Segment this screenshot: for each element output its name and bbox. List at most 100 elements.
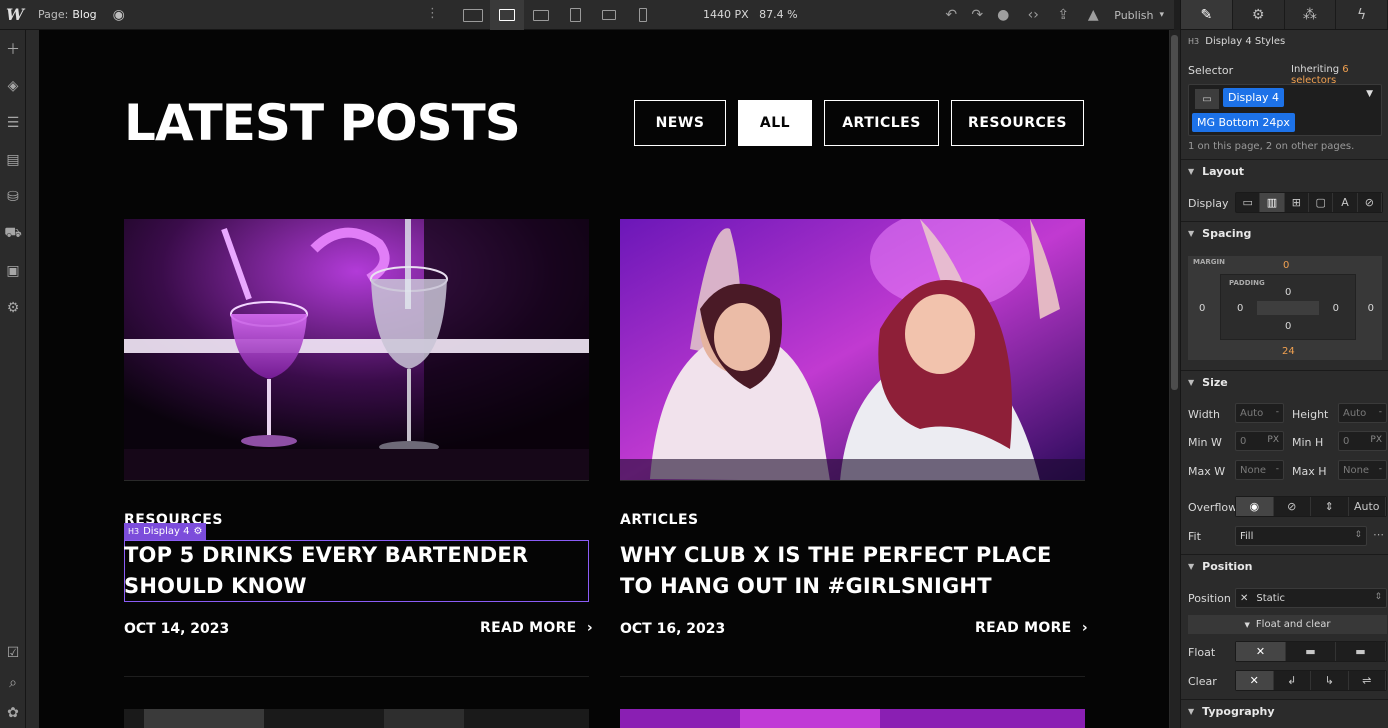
padding-left[interactable]: 0 <box>1237 303 1243 314</box>
padding-top[interactable]: 0 <box>1285 287 1291 298</box>
display-flex-icon[interactable]: ▥ <box>1260 193 1285 212</box>
min-width-input[interactable]: 0 PX <box>1235 431 1284 451</box>
post-image-club[interactable] <box>620 219 1085 481</box>
canvas-scrollbar[interactable] <box>1170 30 1180 728</box>
margin-top[interactable]: 0 <box>1283 260 1289 271</box>
club-photo <box>620 219 1085 480</box>
filter-all-button[interactable]: ALL <box>738 100 812 146</box>
settings-gear-icon[interactable]: ⚙ <box>1232 0 1285 29</box>
overflow-scroll-icon[interactable]: ⇕ <box>1311 497 1349 516</box>
clear-right-icon[interactable]: ↳ <box>1311 671 1349 690</box>
clear-both-icon[interactable]: ⇌ <box>1349 671 1386 690</box>
display-inline-icon[interactable]: A <box>1333 193 1358 212</box>
section-size[interactable]: ▼ Size <box>1181 370 1388 394</box>
cms-icon[interactable]: ⛁ <box>0 178 26 215</box>
filter-resources-button[interactable]: RESOURCES <box>951 100 1084 146</box>
float-left-icon[interactable]: ▬ <box>1286 642 1336 661</box>
breakpoint-mobile-icon[interactable] <box>626 0 660 30</box>
navigator-icon[interactable]: ☰ <box>0 104 26 141</box>
fit-select[interactable]: Fill ⇕ <box>1235 526 1367 546</box>
more-options-icon[interactable]: ⋯ <box>1373 528 1384 541</box>
overflow-auto-button[interactable]: Auto <box>1349 497 1386 516</box>
margin-bottom[interactable]: 24 <box>1282 346 1295 357</box>
post-title[interactable]: WHY CLUB X IS THE PERFECT PLACE TO HANG … <box>620 540 1085 602</box>
margin-right[interactable]: 0 <box>1368 303 1374 314</box>
add-elements-icon[interactable]: ＋ <box>0 30 26 67</box>
inheriting-label: Inheriting <box>1291 64 1340 75</box>
padding-right[interactable]: 0 <box>1333 303 1339 314</box>
position-select[interactable]: ✕ Static ⇕ <box>1235 588 1387 608</box>
max-height-label: Max H <box>1292 465 1327 478</box>
close-icon: ✕ <box>1240 592 1249 604</box>
collaborators-icon[interactable]: ▲ <box>1078 7 1108 23</box>
pages-icon[interactable]: ▤ <box>0 141 26 178</box>
settings-gear-icon[interactable]: ⚙ <box>0 289 26 326</box>
ecommerce-icon[interactable]: ⛟ <box>0 215 26 252</box>
margin-left[interactable]: 0 <box>1199 303 1205 314</box>
style-brush-icon[interactable]: ✎ <box>1181 0 1233 29</box>
undo-icon[interactable]: ↶ <box>936 7 966 23</box>
clear-label: Clear <box>1188 675 1217 688</box>
fit-label: Fit <box>1188 530 1201 543</box>
float-clear-toggle[interactable]: ▼ Float and clear <box>1188 615 1387 634</box>
display-inline-block-icon[interactable]: ▢ <box>1309 193 1334 212</box>
element-settings-gear-icon[interactable]: ⚙ <box>194 526 203 537</box>
chevron-down-icon[interactable]: ▼ <box>1366 89 1373 99</box>
apps-icon[interactable]: ✿ <box>0 698 26 728</box>
code-icon[interactable]: ‹› <box>1018 7 1048 23</box>
overflow-visible-eye-icon[interactable]: ◉ <box>1236 497 1274 516</box>
redo-icon[interactable]: ↷ <box>966 7 988 23</box>
post-image-drinks[interactable] <box>124 219 589 481</box>
more-options-icon[interactable]: ⋮ <box>426 6 439 21</box>
post-category: ARTICLES <box>620 512 699 528</box>
min-height-input[interactable]: 0 PX <box>1338 431 1387 451</box>
display-block-icon[interactable]: ▭ <box>1236 193 1261 212</box>
post-title[interactable]: TOP 5 DRINKS EVERY BARTENDER SHOULD KNOW <box>124 540 589 602</box>
audit-check-icon[interactable]: ☑ <box>0 638 26 668</box>
filter-articles-button[interactable]: ARTICLES <box>824 100 939 146</box>
padding-bottom[interactable]: 0 <box>1285 321 1291 332</box>
breakpoint-laptop-icon[interactable] <box>524 0 558 30</box>
max-width-input[interactable]: None - <box>1235 460 1284 480</box>
float-none-close-icon[interactable]: ✕ <box>1236 642 1286 661</box>
section-position[interactable]: ▼ Position <box>1181 554 1388 578</box>
breakpoint-large-desktop-icon[interactable] <box>456 0 490 30</box>
section-spacing[interactable]: ▼ Spacing <box>1181 221 1388 245</box>
display-grid-icon[interactable]: ⊞ <box>1285 193 1309 212</box>
page-selector[interactable]: Blog <box>72 8 96 21</box>
breakpoint-tablet-icon[interactable] <box>558 0 592 30</box>
selector-field[interactable]: ▭ Display 4 MG Bottom 24px ▼ <box>1188 84 1382 136</box>
clear-none-close-icon[interactable]: ✕ <box>1236 671 1274 690</box>
selected-element-tag[interactable]: H3 Display 4 ⚙ <box>124 523 207 540</box>
interactions-bolt-icon[interactable]: ϟ <box>1336 0 1388 29</box>
height-input[interactable]: Auto - <box>1338 403 1387 423</box>
clear-left-icon[interactable]: ↲ <box>1274 671 1311 690</box>
assets-icon[interactable]: ▣ <box>0 252 26 289</box>
page-title[interactable]: LATEST POSTS <box>124 92 521 154</box>
float-right-icon[interactable]: ▬ <box>1336 642 1386 661</box>
selector-chip[interactable]: Display 4 <box>1223 88 1285 107</box>
section-typography[interactable]: ▼ Typography <box>1181 699 1388 723</box>
webflow-logo[interactable]: W <box>0 0 30 30</box>
symbols-icon[interactable]: ◈ <box>0 67 26 104</box>
overflow-hidden-icon[interactable]: ⊘ <box>1274 497 1311 516</box>
breakpoint-landscape-icon[interactable] <box>592 0 626 30</box>
preview-eye-icon[interactable]: ◉ <box>113 7 125 23</box>
comments-icon[interactable]: ● <box>988 7 1018 23</box>
section-layout[interactable]: ▼ Layout <box>1181 159 1388 183</box>
max-height-input[interactable]: None - <box>1338 460 1387 480</box>
width-input[interactable]: Auto - <box>1235 403 1284 423</box>
post-date: OCT 16, 2023 <box>620 621 726 637</box>
read-more-link[interactable]: READ MORE › <box>975 620 1088 636</box>
selector-chip[interactable]: MG Bottom 24px <box>1192 113 1295 132</box>
post-image-next[interactable] <box>620 709 1085 728</box>
export-icon[interactable]: ⇪ <box>1048 7 1078 23</box>
search-icon[interactable]: ⌕ <box>0 668 26 698</box>
breakpoint-desktop-icon[interactable] <box>490 0 524 30</box>
publish-button[interactable]: Publish ▾ <box>1114 9 1164 22</box>
post-image-next[interactable] <box>124 709 589 728</box>
read-more-link[interactable]: READ MORE › <box>480 620 593 636</box>
display-none-icon[interactable]: ⊘ <box>1358 193 1382 212</box>
filter-news-button[interactable]: NEWS <box>634 100 726 146</box>
style-manager-drops-icon[interactable]: ⁂ <box>1284 0 1337 29</box>
